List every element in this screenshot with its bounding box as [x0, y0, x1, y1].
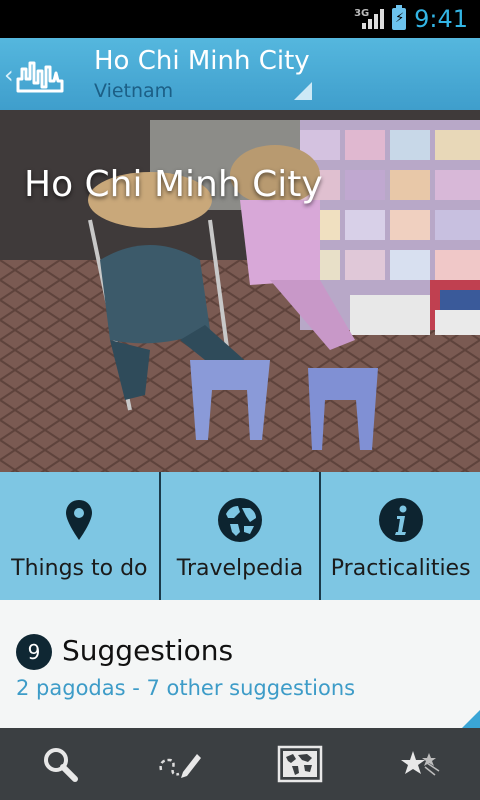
spinner-indicator-icon[interactable]	[294, 82, 312, 100]
draw-route-button[interactable]	[120, 728, 240, 800]
chevron-left-icon: ‹	[4, 61, 14, 89]
globe-icon	[218, 498, 262, 542]
search-icon	[44, 748, 78, 782]
world-map-icon	[277, 745, 323, 783]
home-up-button[interactable]: ‹	[4, 52, 78, 98]
info-icon	[378, 498, 423, 542]
suggestions-count-badge: 9	[16, 634, 52, 670]
map-pin-icon	[66, 500, 93, 540]
suggestions-link[interactable]: 2 pagodas - 7 other suggestions	[16, 676, 355, 700]
action-bar-subtitle[interactable]: Vietnam	[94, 80, 173, 102]
travelpedia-tile[interactable]: Travelpedia	[160, 472, 320, 600]
favorites-stars-icon	[401, 751, 440, 776]
hero-photo[interactable]: Ho Chi Minh City	[0, 110, 480, 472]
hero-title: Ho Chi Minh City	[24, 164, 323, 205]
favorites-button[interactable]	[360, 728, 480, 800]
battery-charging-icon: ⚡	[392, 5, 407, 30]
practicalities-tile[interactable]: Practicalities	[321, 472, 480, 600]
city-skyline-logo-icon	[16, 61, 64, 93]
action-bar-title[interactable]: Ho Chi Minh City	[94, 46, 310, 76]
status-bar: 3G ⚡ 9:41	[0, 0, 480, 38]
suggestions-title: Suggestions	[62, 634, 234, 667]
signal-bars-icon: 3G	[354, 5, 385, 33]
map-view-button[interactable]	[240, 728, 360, 800]
draw-route-icon	[159, 754, 201, 778]
action-bar: ‹ Ho Chi Minh City Vietnam	[0, 38, 480, 110]
search-button[interactable]	[0, 728, 120, 800]
things-to-do-tile[interactable]: Things to do	[0, 472, 159, 600]
tile-label: Practicalities	[330, 556, 471, 581]
tile-label: Things to do	[11, 556, 148, 581]
status-time: 9:41	[414, 5, 468, 33]
suggestions-panel[interactable]: 9 Suggestions 2 pagodas - 7 other sugges…	[0, 600, 480, 728]
corner-indicator-icon	[462, 710, 480, 728]
bottom-nav	[0, 728, 480, 800]
feature-tiles: Things to do Travelpedia Practicalities	[0, 472, 480, 600]
tile-label: Travelpedia	[176, 556, 304, 581]
